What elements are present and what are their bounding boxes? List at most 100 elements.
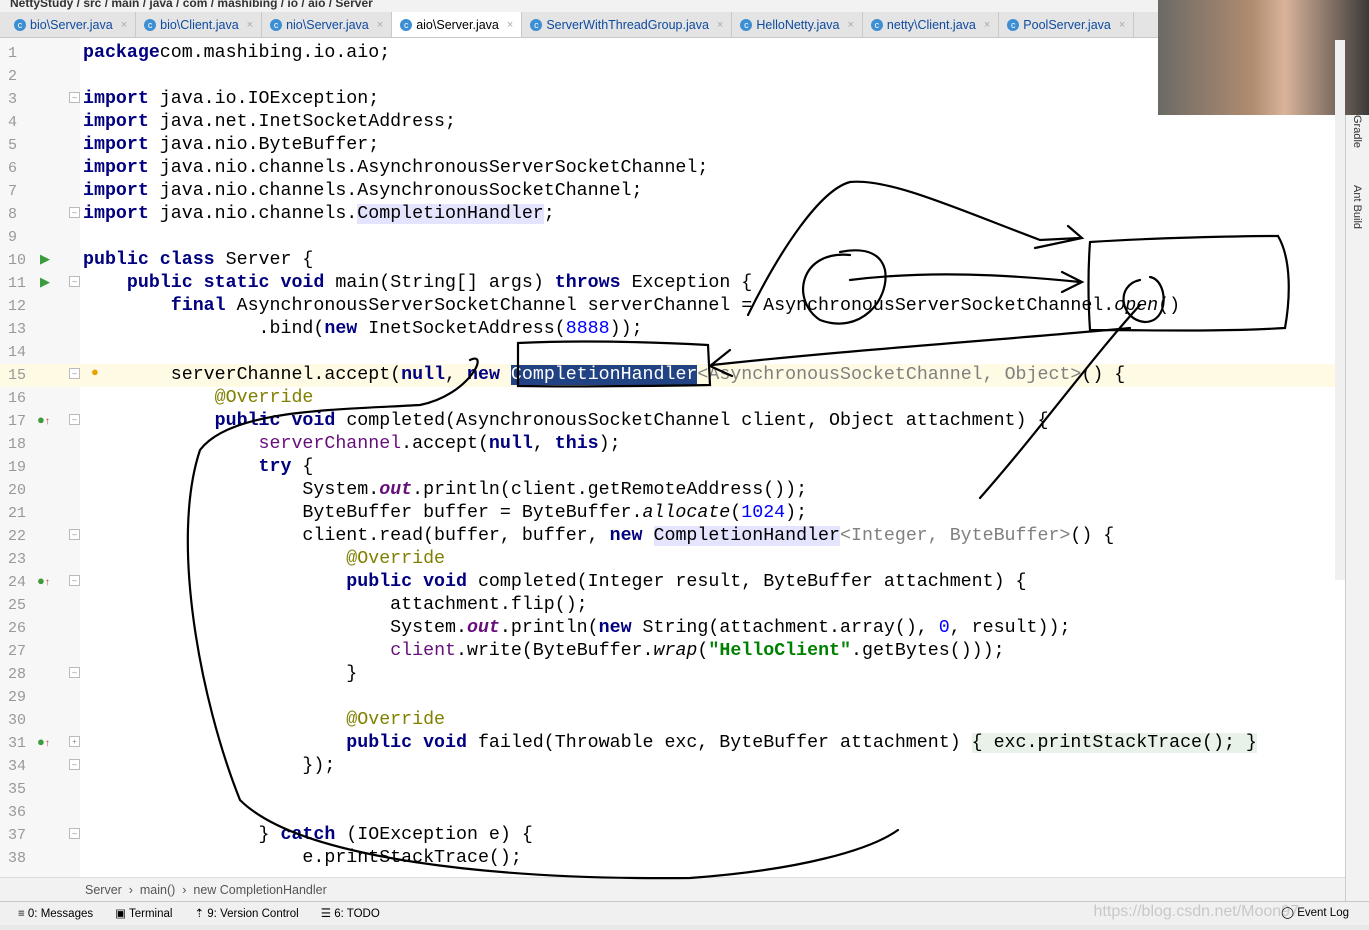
fold-icon[interactable]: – (69, 667, 80, 678)
close-icon[interactable]: × (507, 19, 513, 31)
code-line[interactable]: 35 (0, 778, 1335, 801)
fold-icon[interactable]: – (69, 207, 80, 218)
code-line[interactable]: 9 (0, 226, 1335, 249)
code-text: public static void main(String[] args) t… (83, 272, 752, 295)
code-token: java.nio.channels.AsynchronousSocketChan… (148, 181, 643, 201)
tab-3[interactable]: c aio\Server.java × (392, 12, 523, 37)
code-line[interactable]: 26 System.out.println(new String(attachm… (0, 617, 1335, 640)
code-text: import java.nio.channels.CompletionHandl… (83, 203, 555, 226)
tab-4[interactable]: c ServerWithThreadGroup.java × (522, 12, 733, 37)
code-line[interactable]: 21 ByteBuffer buffer = ByteBuffer.alloca… (0, 502, 1335, 525)
code-token: com.mashibing.io.aio; (159, 43, 391, 63)
version-control-button[interactable]: ⇡ 9: Version Control (194, 902, 298, 925)
close-icon[interactable]: × (984, 19, 990, 31)
code-line[interactable]: 27 client.write(ByteBuffer.wrap("HelloCl… (0, 640, 1335, 663)
override-icon[interactable]: ●↑ (37, 734, 50, 749)
terminal-button[interactable]: ▣ Terminal (115, 902, 172, 925)
run-icon[interactable]: ▶ (40, 274, 50, 290)
code-text: e.printStackTrace(); (83, 847, 521, 870)
code-line[interactable]: 2 (0, 65, 1335, 88)
close-icon[interactable]: × (717, 19, 723, 31)
bulb-icon[interactable]: ● (91, 364, 99, 379)
close-icon[interactable]: × (377, 19, 383, 31)
code-line[interactable]: 24 public void completed(Integer result,… (0, 571, 1335, 594)
code-line[interactable]: 23 @Override (0, 548, 1335, 571)
code-token: 0 (938, 618, 950, 638)
code-text: final AsynchronousServerSocketChannel se… (83, 295, 1180, 318)
event-log-button[interactable]: ◯ Event Log (1281, 901, 1349, 925)
code-line[interactable]: 8 import java.nio.channels.CompletionHand… (0, 203, 1335, 226)
code-line[interactable]: 20 System.out.println(client.getRemoteAd… (0, 479, 1335, 502)
code-text: System.out.println(client.getRemoteAddre… (83, 479, 807, 502)
gradle-tab[interactable]: Gradle (1351, 115, 1363, 148)
code-line[interactable]: 38 e.printStackTrace(); (0, 847, 1335, 870)
fold-icon[interactable]: – (69, 828, 80, 839)
code-line[interactable]: 36 (0, 801, 1335, 824)
override-icon[interactable]: ●↑ (37, 412, 50, 427)
override-icon[interactable]: ●↑ (37, 573, 50, 588)
fold-icon[interactable]: – (69, 575, 80, 586)
fold-icon[interactable]: – (69, 759, 80, 770)
breadcrumb-item[interactable]: main() (140, 883, 175, 897)
code-token: System. (83, 480, 380, 500)
code-line[interactable]: 18 serverChannel.accept(null, this); (0, 433, 1335, 456)
todo-button[interactable]: ☰ 6: TODO (321, 902, 380, 925)
code-line[interactable]: 22 client.read(buffer, buffer, new Compl… (0, 525, 1335, 548)
tab-5[interactable]: c HelloNetty.java × (732, 12, 863, 37)
code-line[interactable]: 34 }); – (0, 755, 1335, 778)
breadcrumb-item[interactable]: new CompletionHandler (193, 883, 326, 897)
code-line[interactable]: 17 public void completed(AsynchronousSoc… (0, 410, 1335, 433)
fold-icon[interactable]: + (69, 736, 80, 747)
code-line[interactable]: 14 (0, 341, 1335, 364)
code-line[interactable]: 12 final AsynchronousServerSocketChannel… (0, 295, 1335, 318)
code-line[interactable]: 6 import java.nio.channels.AsynchronousSe… (0, 157, 1335, 180)
close-icon[interactable]: × (247, 19, 253, 31)
tab-0[interactable]: c bio\Server.java × (6, 12, 137, 37)
fold-icon[interactable]: – (69, 276, 80, 287)
fold-icon[interactable]: – (69, 368, 80, 379)
tab-2[interactable]: c nio\Server.java × (262, 12, 393, 37)
tab-6[interactable]: c netty\Client.java × (863, 12, 1000, 37)
code-line[interactable]: 29 (0, 686, 1335, 709)
code-line[interactable]: 10 public class Server {▶ (0, 249, 1335, 272)
code-token: main(String[] args) (324, 273, 555, 293)
close-icon[interactable]: × (1119, 19, 1125, 31)
code-token: { (291, 457, 314, 477)
tab-1[interactable]: c bio\Client.java × (136, 12, 263, 37)
code-line[interactable]: 16 @Override (0, 387, 1335, 410)
code-line[interactable]: 7 import java.nio.channels.AsynchronousSo… (0, 180, 1335, 203)
close-icon[interactable]: × (121, 19, 127, 31)
code-line[interactable]: 13 .bind(new InetSocketAddress(8888)); (0, 318, 1335, 341)
code-line[interactable]: 37 } catch (IOException e) {– (0, 824, 1335, 847)
code-line[interactable]: 3 import java.io.IOException; – (0, 88, 1335, 111)
code-token: failed(Throwable exc, ByteBuffer attachm… (466, 733, 972, 753)
fold-icon[interactable]: – (69, 92, 80, 103)
line-number: 19 (8, 459, 27, 476)
code-editor[interactable]: 1 packagecom.mashibing.io.aio; 2 3 import ja… (0, 38, 1345, 877)
ant-build-tab[interactable]: Ant Build (1351, 185, 1363, 229)
right-tool-strip: Gradle Ant Build (1345, 115, 1369, 925)
line-number: 16 (8, 390, 27, 407)
code-line[interactable]: 31 public void failed(Throwable exc, Byt… (0, 732, 1335, 755)
code-line[interactable]: 28 } – (0, 663, 1335, 686)
scrollbar[interactable] (1335, 40, 1345, 580)
messages-button[interactable]: ≡ 0: Messages (18, 902, 93, 925)
fold-icon[interactable]: – (69, 414, 80, 425)
line-number: 38 (8, 850, 27, 867)
fold-icon[interactable]: – (69, 529, 80, 540)
breadcrumb-item[interactable]: Server (85, 883, 122, 897)
tab-7[interactable]: c PoolServer.java × (999, 12, 1135, 37)
navigation-bar[interactable]: NettyStudy / src / main / java / com / m… (0, 0, 1158, 12)
code-line[interactable]: 19 try { (0, 456, 1335, 479)
run-icon[interactable]: ▶ (40, 251, 50, 267)
close-icon[interactable]: × (847, 19, 853, 31)
code-line[interactable]: 25 attachment.flip(); (0, 594, 1335, 617)
code-line[interactable]: 30 @Override (0, 709, 1335, 732)
code-line[interactable]: 15 serverChannel.accept(null, new Comple… (0, 364, 1335, 387)
code-line[interactable]: 1 packagecom.mashibing.io.aio; (0, 42, 1335, 65)
code-line[interactable]: 4 import java.net.InetSocketAddress; (0, 111, 1335, 134)
code-line[interactable]: 11 public static void main(String[] args… (0, 272, 1335, 295)
code-line[interactable]: 5 import java.nio.ByteBuffer; (0, 134, 1335, 157)
